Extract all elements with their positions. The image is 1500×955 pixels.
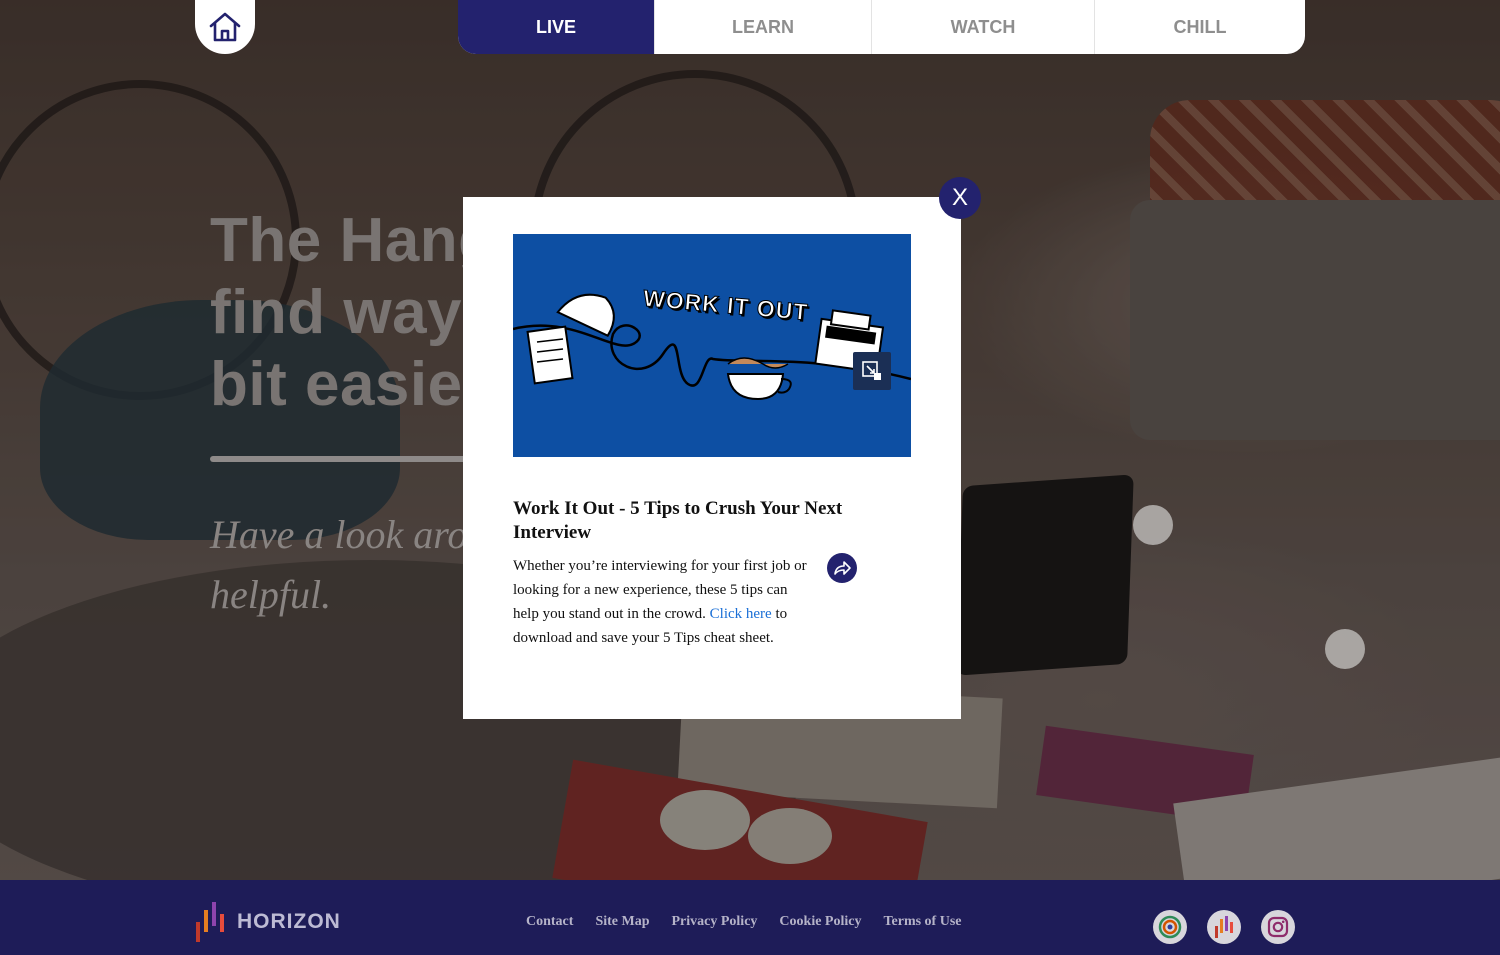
social-button-instagram[interactable]: [1261, 910, 1295, 944]
download-link[interactable]: Click here: [710, 606, 772, 622]
footer-link-contact[interactable]: Contact: [526, 914, 573, 930]
footer-links: Contact Site Map Privacy Policy Cookie P…: [526, 914, 962, 930]
expand-button[interactable]: [853, 352, 891, 390]
expand-icon: [862, 361, 881, 380]
footer-link-terms-of-use[interactable]: Terms of Use: [883, 914, 961, 930]
brand-name: HORIZON: [237, 910, 341, 933]
footer-link-site-map[interactable]: Site Map: [595, 914, 649, 930]
social-button-circle[interactable]: [1153, 910, 1187, 944]
modal-dialog: WORK IT OUT Work It Out - 5 Tips to Crus…: [463, 197, 961, 719]
horizon-logo-icon: [1215, 916, 1233, 938]
tab-watch[interactable]: WATCH: [872, 0, 1095, 54]
footer: HORIZON Contact Site Map Privacy Policy …: [0, 880, 1500, 955]
main-nav: LIVE LEARN WATCH CHILL: [458, 0, 1305, 54]
footer-link-cookie-policy[interactable]: Cookie Policy: [779, 914, 861, 930]
circle-logo-icon: [1158, 915, 1182, 939]
tab-chill[interactable]: CHILL: [1095, 0, 1305, 54]
horizon-logo-icon: [196, 902, 224, 942]
instagram-icon: [1267, 916, 1289, 938]
share-button[interactable]: [827, 553, 857, 583]
promo-illustration: [513, 293, 911, 401]
footer-link-privacy-policy[interactable]: Privacy Policy: [672, 914, 758, 930]
tab-live[interactable]: LIVE: [458, 0, 655, 54]
modal-body: Whether you’re interviewing for your fir…: [513, 554, 815, 650]
share-icon: [834, 561, 851, 575]
promo-image: WORK IT OUT: [513, 234, 911, 457]
social-button-horizon[interactable]: [1207, 910, 1241, 944]
modal-title: Work It Out - 5 Tips to Crush Your Next …: [513, 498, 843, 543]
close-button[interactable]: X: [939, 177, 981, 219]
tab-learn[interactable]: LEARN: [655, 0, 872, 54]
home-icon: [209, 12, 241, 42]
horizon-logo[interactable]: HORIZON: [195, 900, 341, 944]
